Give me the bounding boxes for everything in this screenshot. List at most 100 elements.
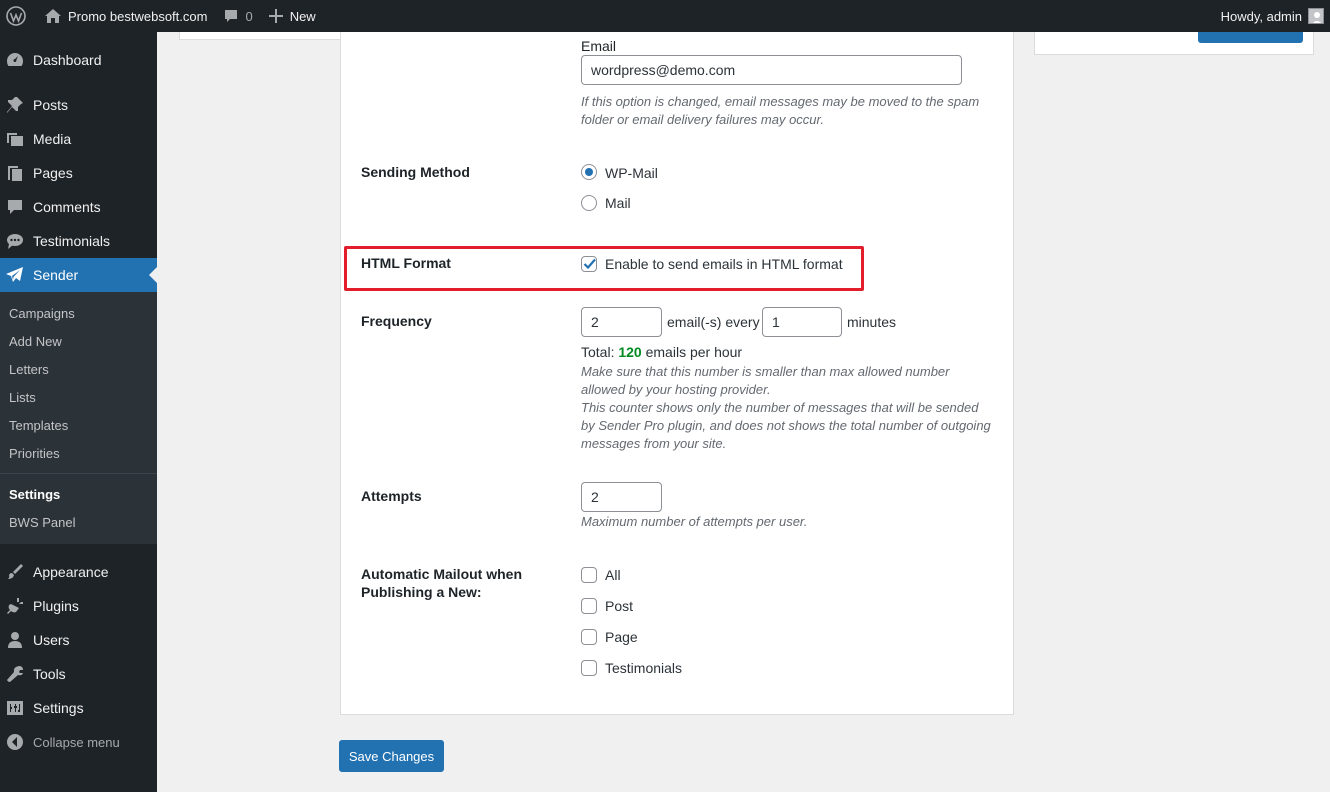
total-suffix: emails per hour <box>645 344 743 360</box>
mailout-post-checkbox[interactable] <box>581 598 597 614</box>
submenu-add-new[interactable]: Add New <box>0 327 157 355</box>
menu-dashboard-label: Dashboard <box>33 52 102 68</box>
wp-mail-label: WP-Mail <box>605 165 658 181</box>
comments-link[interactable]: 0 <box>215 0 260 32</box>
menu-testimonials-label: Testimonials <box>33 233 111 249</box>
pin-icon <box>5 95 25 115</box>
submenu-priorities[interactable]: Priorities <box>0 439 157 467</box>
wordpress-logo-icon[interactable] <box>0 0 36 32</box>
left-nav-box <box>179 32 341 40</box>
menu-pages-label: Pages <box>33 165 73 181</box>
menu-media[interactable]: Media <box>0 122 157 156</box>
plus-icon <box>268 9 283 23</box>
menu-tools[interactable]: Tools <box>0 657 157 691</box>
submenu-templates[interactable]: Templates <box>0 411 157 439</box>
mail-radio[interactable] <box>581 195 597 211</box>
pages-icon <box>5 163 25 183</box>
comments-count: 0 <box>245 8 253 24</box>
menu-posts-label: Posts <box>33 97 69 113</box>
home-icon <box>44 8 62 24</box>
mailout-post-label: Post <box>605 598 634 614</box>
collapse-menu-label: Collapse menu <box>33 734 120 750</box>
mailout-all-label: All <box>605 567 621 583</box>
minutes-input[interactable]: 1 <box>762 307 842 337</box>
attempts-description: Maximum number of attempts per user. <box>581 514 808 529</box>
attempts-label: Attempts <box>361 488 422 504</box>
emails-count-input[interactable]: 2 <box>581 307 662 337</box>
comment-icon <box>5 197 25 217</box>
admin-bar: Promo bestwebsoft.com 0 New Howdy, admin <box>0 0 1330 32</box>
plug-icon <box>5 596 25 616</box>
media-icon <box>5 129 25 149</box>
html-format-checkbox-label: Enable to send emails in HTML format <box>605 256 843 272</box>
avatar <box>1308 8 1324 24</box>
menu-plugins[interactable]: Plugins <box>0 589 157 623</box>
wrench-icon <box>5 664 25 684</box>
email-label: Email <box>581 38 617 54</box>
emails-every-label: email(-s) every <box>667 314 760 330</box>
menu-users-label: Users <box>33 632 70 648</box>
new-label: New <box>289 8 316 24</box>
dashboard-icon <box>5 50 25 70</box>
sliders-icon <box>5 698 25 718</box>
menu-appearance-label: Appearance <box>33 564 109 580</box>
collapse-arrow-icon <box>5 732 25 752</box>
email-description: If this option is changed, email message… <box>581 94 980 127</box>
mailout-page-checkbox[interactable] <box>581 629 597 645</box>
frequency-description-1: Make sure that this number is smaller th… <box>581 364 950 397</box>
my-account[interactable]: Howdy, admin <box>1221 8 1330 24</box>
frequency-label: Frequency <box>361 313 432 329</box>
submenu-lists[interactable]: Lists <box>0 383 157 411</box>
menu-media-label: Media <box>33 131 72 147</box>
menu-settings-label: Settings <box>33 700 84 716</box>
menu-sender[interactable]: Sender <box>0 258 157 292</box>
submenu-divider <box>0 473 157 474</box>
wp-mail-radio[interactable] <box>581 164 597 180</box>
speech-bubble-icon <box>5 231 25 251</box>
menu-comments-label: Comments <box>33 199 101 215</box>
email-input[interactable]: wordpress@demo.com <box>581 55 962 85</box>
mailout-testimonials-label: Testimonials <box>605 660 683 676</box>
submenu-settings[interactable]: Settings <box>0 480 157 508</box>
site-name-link[interactable]: Promo bestwebsoft.com <box>36 0 215 32</box>
save-changes-button[interactable]: Save Changes <box>339 740 444 772</box>
site-name: Promo bestwebsoft.com <box>68 8 208 24</box>
mailout-testimonials-checkbox[interactable] <box>581 660 597 676</box>
mail-label: Mail <box>605 195 631 211</box>
menu-plugins-label: Plugins <box>33 598 79 614</box>
sidebar-save-button[interactable] <box>1198 32 1303 43</box>
menu-sender-label: Sender <box>33 267 79 283</box>
admin-sidebar: Dashboard Posts Media Pages Comments Tes… <box>0 32 157 792</box>
checkmark-icon <box>583 258 596 270</box>
menu-users[interactable]: Users <box>0 623 157 657</box>
html-format-label: HTML Format <box>361 255 451 271</box>
sending-method-label: Sending Method <box>361 164 470 180</box>
sender-submenu: Campaigns Add New Letters Lists Template… <box>0 292 157 544</box>
mailout-all-checkbox[interactable] <box>581 567 597 583</box>
frequency-description-2: This counter shows only the number of me… <box>581 400 991 451</box>
menu-settings[interactable]: Settings <box>0 691 157 725</box>
howdy-text: Howdy, admin <box>1220 8 1302 24</box>
collapse-menu-button[interactable]: Collapse menu <box>0 725 157 759</box>
submenu-bws-panel[interactable]: BWS Panel <box>0 508 157 536</box>
menu-dashboard[interactable]: Dashboard <box>0 43 157 77</box>
mailout-page-label: Page <box>605 629 638 645</box>
menu-testimonials[interactable]: Testimonials <box>0 224 157 258</box>
html-format-checkbox[interactable] <box>581 256 597 272</box>
total-prefix: Total: <box>581 344 615 360</box>
paper-plane-icon <box>5 265 25 285</box>
submenu-campaigns[interactable]: Campaigns <box>0 299 157 327</box>
total-number: 120 <box>618 344 642 360</box>
auto-mailout-label: Automatic Mailout when Publishing a New: <box>361 566 522 600</box>
new-content-link[interactable]: New <box>261 0 324 32</box>
user-icon <box>5 630 25 650</box>
menu-comments[interactable]: Comments <box>0 190 157 224</box>
menu-appearance[interactable]: Appearance <box>0 555 157 589</box>
total-per-hour: Total: 120 emails per hour <box>581 344 742 360</box>
minutes-label: minutes <box>847 314 897 330</box>
menu-posts[interactable]: Posts <box>0 88 157 122</box>
submenu-letters[interactable]: Letters <box>0 355 157 383</box>
attempts-input[interactable]: 2 <box>581 482 662 512</box>
brush-icon <box>5 562 25 582</box>
menu-pages[interactable]: Pages <box>0 156 157 190</box>
